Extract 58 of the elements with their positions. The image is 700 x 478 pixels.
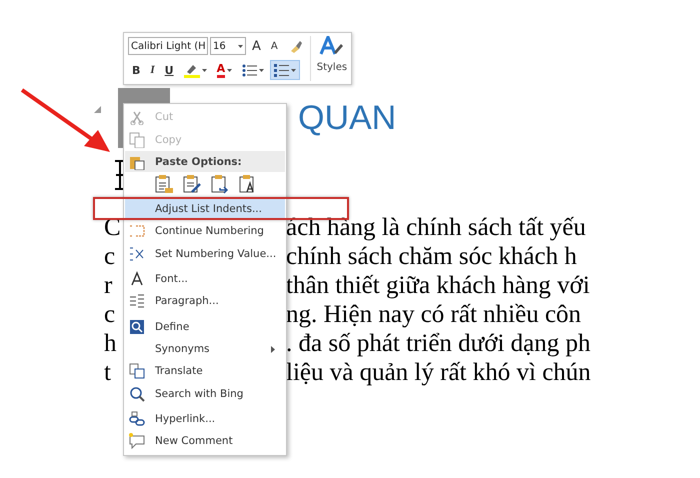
bullet-list-icon (242, 64, 258, 76)
dropdown-caret-icon (202, 68, 207, 72)
submenu-arrow-icon (271, 346, 275, 353)
highlighter-icon (184, 62, 200, 78)
font-field[interactable]: Calibri Light (H (128, 37, 208, 55)
numbering-icon (129, 223, 145, 240)
collapse-triangle-icon (94, 106, 101, 113)
scissors-icon (129, 109, 145, 126)
define-icon (129, 318, 145, 334)
bold-button[interactable]: B (128, 60, 144, 80)
font-color-button[interactable]: A (212, 60, 236, 80)
translate-icon (129, 363, 145, 380)
font-icon (129, 271, 145, 287)
text-line: liệu và quản lý rất khó vì chún (286, 358, 591, 387)
menu-item[interactable]: Paragraph... (125, 290, 285, 312)
copy-icon (129, 132, 145, 148)
text-line: ng. Hiện nay có rất nhiều côn (286, 300, 582, 329)
dropdown-caret-icon (259, 68, 264, 72)
menu-item[interactable]: Continue Numbering (125, 220, 285, 242)
search-icon (129, 386, 145, 402)
heading-text: QUAN (298, 98, 396, 138)
text-line: chính sách chăm sóc khách h (286, 242, 577, 271)
menu-section-header: Paste Options: (125, 151, 285, 172)
menu-item[interactable]: Search with Bing (125, 382, 285, 405)
styles-icon (318, 36, 345, 56)
clipboard-icon (211, 174, 230, 194)
comment-icon (129, 433, 145, 450)
shrink-font-button[interactable]: A (266, 36, 282, 56)
paragraph-icon (129, 293, 145, 310)
italic-button[interactable]: I (146, 60, 159, 80)
clipboard-icon (155, 174, 174, 194)
styles-label[interactable]: Styles (316, 62, 348, 73)
link-icon (129, 411, 145, 427)
paste-option-button[interactable] (155, 174, 174, 194)
paste-option-button[interactable] (211, 174, 230, 194)
dropdown-caret-icon (238, 44, 243, 48)
grow-font-button[interactable]: A (248, 36, 265, 56)
dropdown-caret-icon (227, 68, 232, 72)
text-fragment: h (104, 330, 116, 357)
clipboard-icon (183, 174, 202, 194)
dropdown-caret-icon (291, 68, 296, 72)
numbered-list-icon (274, 64, 290, 76)
menu-item[interactable]: Translate (125, 360, 285, 382)
menu-item[interactable]: Synonyms (125, 338, 285, 360)
numbering-value-icon (129, 246, 145, 262)
text-cursor-icon (114, 160, 126, 190)
text-fragment: t (104, 359, 111, 386)
menu-item[interactable]: New Comment (125, 430, 285, 452)
text-line: . đa số phát triển dưới dạng ph (286, 329, 590, 358)
underline-button[interactable]: U (160, 60, 178, 80)
paste-option-button[interactable] (183, 174, 202, 194)
text-fragment: r (104, 272, 112, 299)
menu-item[interactable]: Set Numbering Value... (125, 242, 285, 265)
text-line: thân thiết giữa khách hàng với (286, 271, 590, 300)
text-fragment: c (104, 301, 116, 328)
numbering-button[interactable] (270, 60, 300, 80)
text-fragment: c (104, 243, 116, 270)
font-size-field[interactable]: 16 (210, 37, 246, 55)
